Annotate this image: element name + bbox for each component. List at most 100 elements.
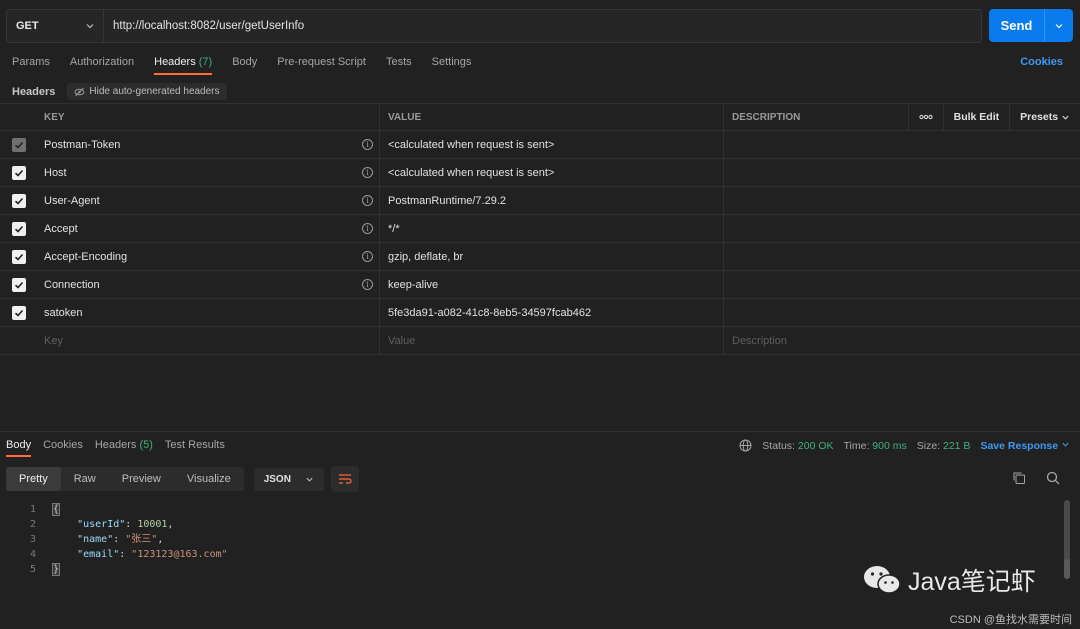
info-icon[interactable]: i: [362, 139, 373, 150]
save-response-label: Save Response: [980, 439, 1059, 452]
info-icon[interactable]: i: [362, 167, 373, 178]
key-cell[interactable]: Connection i: [38, 271, 380, 298]
view-visualize[interactable]: Visualize: [174, 467, 244, 491]
table-row: satoken 5fe3da91-a082-41c8-8eb5-34597fcab…: [0, 299, 1080, 327]
json-key: "userId": [77, 519, 126, 530]
description-placeholder: Description: [732, 334, 788, 347]
value-cell[interactable]: */*: [380, 215, 724, 242]
search-icon[interactable]: [1046, 471, 1060, 485]
new-description-input[interactable]: Description: [724, 327, 1080, 354]
description-cell[interactable]: [724, 243, 1080, 270]
row-checkbox[interactable]: [12, 221, 26, 236]
new-value-input[interactable]: Value: [380, 327, 724, 354]
view-pretty[interactable]: Pretty: [6, 467, 61, 491]
key-cell[interactable]: User-Agent i: [38, 187, 380, 214]
description-cell[interactable]: [724, 159, 1080, 186]
line-number: 5: [29, 564, 36, 575]
scrollbar-thumb[interactable]: [1064, 559, 1070, 579]
send-button[interactable]: Send: [989, 9, 1045, 42]
value-cell[interactable]: gzip, deflate, br: [380, 243, 724, 270]
hide-auto-label: Hide auto-generated headers: [89, 86, 220, 97]
format-select[interactable]: JSON: [253, 467, 324, 491]
wrap-lines-button[interactable]: [330, 466, 359, 492]
url-input[interactable]: http://localhost:8082/user/getUserInfo: [104, 10, 981, 42]
value-cell[interactable]: <calculated when request is sent>: [380, 159, 724, 186]
response-body-code[interactable]: 1{ 2 "userId": 10001, 3 "name": "张三", 4 …: [0, 502, 228, 577]
json-key: "email": [77, 549, 120, 560]
key-cell[interactable]: Host i: [38, 159, 380, 186]
key-text: Host: [44, 166, 67, 179]
view-raw[interactable]: Raw: [61, 467, 109, 491]
key-cell[interactable]: Postman-Token i: [38, 131, 380, 158]
row-checkbox[interactable]: [12, 165, 26, 180]
save-response-button[interactable]: Save Response: [980, 440, 1070, 452]
copy-icon[interactable]: [1012, 471, 1026, 485]
row-checkbox[interactable]: [12, 137, 26, 152]
tab-tests[interactable]: Tests: [386, 56, 412, 75]
size-item: Size: 221 B: [917, 440, 971, 452]
tab-settings[interactable]: Settings: [432, 56, 472, 75]
chevron-down-icon: [86, 24, 94, 29]
row-checkbox[interactable]: [12, 249, 26, 264]
response-tab-body[interactable]: Body: [6, 439, 32, 457]
info-icon[interactable]: i: [362, 223, 373, 234]
value-cell[interactable]: PostmanRuntime/7.29.2: [380, 187, 724, 214]
row-checkbox[interactable]: [12, 193, 26, 208]
description-cell[interactable]: [724, 131, 1080, 158]
presets-dropdown[interactable]: Presets: [1009, 104, 1080, 130]
hide-auto-headers-button[interactable]: Hide auto-generated headers: [67, 83, 227, 100]
line-number: 1: [29, 504, 36, 515]
send-options-button[interactable]: [1045, 9, 1073, 42]
response-tab-cookies[interactable]: Cookies: [43, 439, 83, 457]
key-cell[interactable]: Accept i: [38, 215, 380, 242]
url-text: http://localhost:8082/user/getUserInfo: [113, 20, 305, 32]
value-text: <calculated when request is sent>: [388, 166, 555, 179]
time-label: Time:: [843, 439, 870, 452]
response-tab-test-results[interactable]: Test Results: [165, 439, 225, 457]
more-options-button[interactable]: [907, 104, 943, 130]
row-checkbox[interactable]: [12, 277, 26, 292]
headers-subbar: Headers Hide auto-generated headers: [12, 83, 227, 100]
value-cell[interactable]: keep-alive: [380, 271, 724, 298]
tab-params[interactable]: Params: [12, 56, 50, 75]
method-select[interactable]: GET: [7, 10, 104, 42]
key-cell[interactable]: Accept-Encoding i: [38, 243, 380, 270]
globe-icon[interactable]: [739, 439, 752, 452]
row-checkbox[interactable]: [12, 305, 26, 320]
key-text: Connection: [44, 278, 100, 291]
description-cell[interactable]: [724, 299, 1080, 326]
cookies-link[interactable]: Cookies: [1020, 56, 1063, 68]
table-row: Postman-Token i <calculated when request i…: [0, 131, 1080, 159]
view-preview[interactable]: Preview: [109, 467, 174, 491]
tab-pre-request-script[interactable]: Pre-request Script: [277, 56, 366, 75]
bulk-edit-button[interactable]: Bulk Edit: [942, 104, 1010, 130]
tab-body[interactable]: Body: [232, 56, 257, 75]
tab-authorization[interactable]: Authorization: [70, 56, 134, 75]
status-item: Status: 200 OK: [762, 440, 833, 452]
value-cell[interactable]: 5fe3da91-a082-41c8-8eb5-34597fcab462: [380, 299, 724, 326]
response-tab-headers[interactable]: Headers (5): [95, 439, 153, 457]
view-mode-switch: Pretty Raw Preview Visualize: [6, 467, 244, 491]
description-cell[interactable]: [724, 215, 1080, 242]
tab-label: Tests: [385, 56, 412, 68]
info-icon[interactable]: i: [362, 195, 373, 206]
tab-label: Cookies: [43, 439, 83, 451]
code-line: 1{: [0, 502, 228, 517]
new-key-input[interactable]: Key: [38, 327, 380, 354]
info-icon[interactable]: i: [362, 251, 373, 262]
key-cell[interactable]: satoken: [38, 299, 380, 326]
info-icon[interactable]: i: [362, 279, 373, 290]
tab-headers[interactable]: Headers (7): [154, 56, 213, 75]
tab-label: Headers: [94, 439, 137, 451]
url-bar: GET http://localhost:8082/user/getUserIn…: [6, 9, 982, 43]
key-text: User-Agent: [44, 194, 100, 207]
wrap-lines-icon: [338, 474, 352, 484]
description-cell[interactable]: [724, 271, 1080, 298]
check-icon: [14, 253, 24, 261]
request-tabs: Params Authorization Headers (7) Body Pr…: [12, 56, 491, 75]
description-cell[interactable]: [724, 187, 1080, 214]
more-horizontal-icon: [919, 114, 933, 120]
open-brace: {: [51, 503, 61, 516]
value-cell[interactable]: <calculated when request is sent>: [380, 131, 724, 158]
tab-label: Settings: [431, 56, 472, 68]
